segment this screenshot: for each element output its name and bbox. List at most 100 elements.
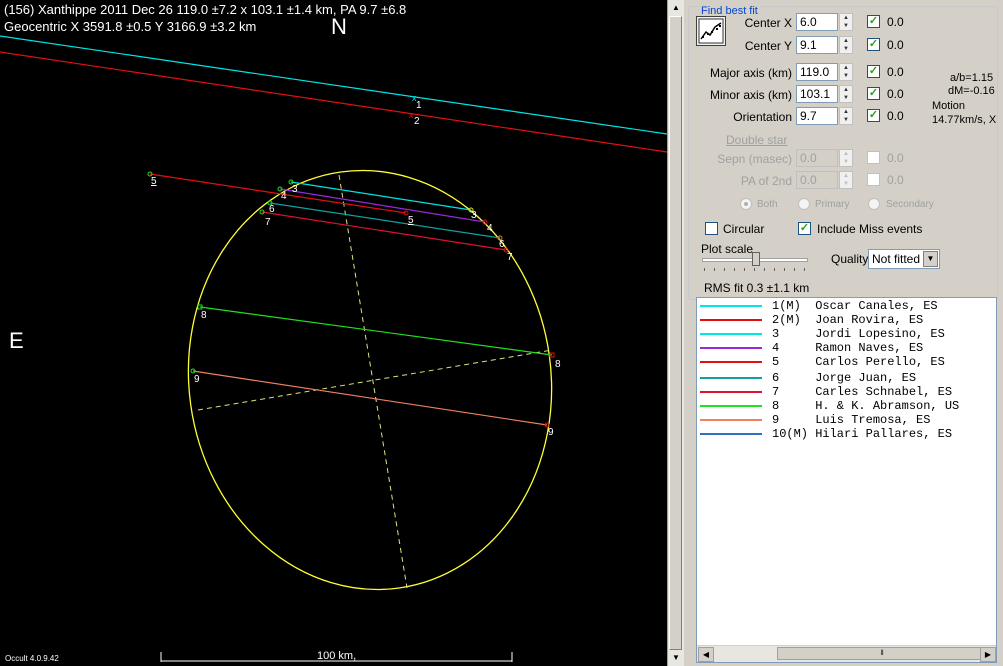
observer-name: 1(M) Oscar Canales, ES bbox=[772, 299, 938, 313]
orientation-spinner[interactable]: ▲ ▼ bbox=[839, 107, 853, 125]
chord-line-4 bbox=[279, 188, 486, 223]
series-color-swatch bbox=[700, 433, 762, 435]
center-y-label: Center Y bbox=[744, 39, 792, 53]
motion-label: Motion bbox=[932, 100, 966, 112]
chord-line-1 bbox=[0, 35, 667, 135]
center-y-spinner[interactable]: ▲ ▼ bbox=[839, 36, 853, 54]
orientation-checkbox[interactable]: ✓ bbox=[867, 109, 880, 122]
observer-name: 10(M) Hilari Pallares, ES bbox=[772, 427, 953, 441]
chord-label: 6 bbox=[269, 204, 275, 215]
sepn-spinner[interactable]: ▲ ▼ bbox=[839, 149, 853, 167]
radio-primary-label: Primary bbox=[815, 199, 850, 210]
major-axis-input[interactable] bbox=[796, 63, 838, 81]
sepn-label: Sepn (masec) bbox=[717, 152, 792, 166]
series-color-swatch bbox=[700, 333, 762, 335]
list-item[interactable]: 6 Jorge Juan, ES bbox=[697, 371, 996, 385]
series-color-swatch bbox=[700, 377, 762, 379]
chord-line-8 bbox=[199, 306, 553, 356]
circular-label: Circular bbox=[723, 222, 765, 236]
list-item[interactable]: 9 Luis Tremosa, ES bbox=[697, 413, 996, 427]
list-item[interactable]: 8 H. & K. Abramson, US bbox=[697, 399, 996, 413]
include-miss-checkbox[interactable]: ✓ bbox=[798, 222, 811, 235]
observer-name: 7 Carles Schnabel, ES bbox=[772, 385, 953, 399]
pa2-label: PA of 2nd bbox=[740, 174, 792, 188]
list-item[interactable]: 10(M) Hilari Pallares, ES bbox=[697, 427, 996, 441]
minor-axis-input[interactable] bbox=[796, 85, 838, 103]
asteroid-outline bbox=[187, 169, 553, 591]
chord-label: 8 bbox=[555, 359, 561, 370]
series-color-swatch bbox=[700, 361, 762, 363]
chord-label: 3 bbox=[292, 184, 298, 195]
double-star-label: Double star bbox=[726, 133, 788, 147]
chord-label: 5 bbox=[151, 176, 157, 187]
plot-scale-label: Plot scale bbox=[701, 242, 754, 256]
center-x-spinner[interactable]: ▲ ▼ bbox=[839, 13, 853, 31]
pa2-checkbox[interactable] bbox=[867, 173, 880, 186]
list-item[interactable]: 4 Ramon Naves, ES bbox=[697, 341, 996, 355]
list-item[interactable]: 3 Jordi Lopesino, ES bbox=[697, 327, 996, 341]
major-axis-line bbox=[338, 174, 408, 589]
radio-primary[interactable] bbox=[798, 198, 810, 210]
center-x-fit-value: 0.0 bbox=[887, 15, 904, 29]
occultation-plot[interactable]: x x (156) Xanthippe 2011 Dec 26 119.0 ±7… bbox=[0, 0, 667, 666]
quality-label: Quality bbox=[831, 252, 869, 266]
minor-axis-checkbox[interactable]: ✓ bbox=[867, 87, 880, 100]
axis-ratio: a/b=1.15 bbox=[950, 72, 994, 84]
observer-list[interactable]: 1(M) Oscar Canales, ES 2(M) Joan Rovira, … bbox=[696, 297, 997, 663]
center-y-input[interactable] bbox=[796, 36, 838, 54]
orientation-label: Orientation bbox=[733, 110, 792, 124]
observer-name: 5 Carlos Perello, ES bbox=[772, 355, 945, 369]
minor-axis-label: Minor axis (km) bbox=[709, 88, 792, 102]
scroll-up-icon[interactable]: ▲ bbox=[669, 0, 683, 15]
plot-scale-slider-thumb[interactable] bbox=[752, 252, 760, 266]
list-horizontal-scrollbar[interactable]: ◀ ⦀ ▶ bbox=[697, 645, 996, 662]
list-item[interactable]: 1(M) Oscar Canales, ES bbox=[697, 299, 996, 313]
scroll-right-icon[interactable]: ▶ bbox=[980, 647, 996, 662]
best-fit-button[interactable] bbox=[696, 16, 726, 46]
sepn-checkbox[interactable] bbox=[867, 151, 880, 164]
scale-label: 100 km, bbox=[317, 650, 357, 662]
chevron-down-icon[interactable]: ▼ bbox=[923, 251, 938, 267]
list-item[interactable]: 5 Carlos Perello, ES bbox=[697, 355, 996, 369]
pa2-input[interactable] bbox=[796, 171, 838, 189]
center-x-checkbox[interactable]: ✓ bbox=[867, 15, 880, 28]
center-y-checkbox[interactable]: ✓ bbox=[867, 38, 880, 51]
radio-secondary[interactable] bbox=[868, 198, 880, 210]
series-color-swatch bbox=[700, 319, 762, 321]
center-y-fit-value: 0.0 bbox=[887, 38, 904, 52]
quality-select[interactable]: Not fitted ▼ bbox=[868, 249, 940, 269]
scrollbar-thumb[interactable] bbox=[669, 16, 682, 650]
chord-label: 9 bbox=[548, 427, 554, 438]
motion-value: 14.77km/s, X bbox=[932, 114, 997, 126]
circular-checkbox[interactable] bbox=[705, 222, 718, 235]
list-item[interactable]: 2(M) Joan Rovira, ES bbox=[697, 313, 996, 327]
major-axis-checkbox[interactable]: ✓ bbox=[867, 65, 880, 78]
observer-name: 4 Ramon Naves, ES bbox=[772, 341, 924, 355]
chord-line-9 bbox=[192, 370, 548, 426]
chord-label: 2 bbox=[414, 116, 420, 127]
pa2-spinner[interactable]: ▲ ▼ bbox=[839, 171, 853, 189]
chord-label: 8 bbox=[201, 310, 207, 321]
major-axis-spinner[interactable]: ▲ ▼ bbox=[839, 63, 853, 81]
chord-label: 6 bbox=[499, 239, 505, 250]
center-x-input[interactable] bbox=[796, 13, 838, 31]
observer-name: 6 Jorge Juan, ES bbox=[772, 371, 917, 385]
minor-axis-spinner[interactable]: ▲ ▼ bbox=[839, 85, 853, 103]
plot-vertical-scrollbar[interactable]: ▲ ▼ bbox=[667, 0, 684, 666]
observer-name: 8 H. & K. Abramson, US bbox=[772, 399, 960, 413]
scroll-left-icon[interactable]: ◀ bbox=[698, 647, 714, 662]
observer-name: 9 Luis Tremosa, ES bbox=[772, 413, 931, 427]
series-color-swatch bbox=[700, 419, 762, 421]
scrollbar-thumb[interactable]: ⦀ bbox=[777, 647, 987, 660]
list-item[interactable]: 7 Carles Schnabel, ES bbox=[697, 385, 996, 399]
radio-both[interactable] bbox=[740, 198, 752, 210]
scroll-down-icon[interactable]: ▼ bbox=[669, 650, 683, 665]
orientation-input[interactable] bbox=[796, 107, 838, 125]
event-markers bbox=[147, 171, 555, 428]
sepn-input[interactable] bbox=[796, 149, 838, 167]
observer-name: 3 Jordi Lopesino, ES bbox=[772, 327, 945, 341]
slider-ticks bbox=[704, 268, 808, 271]
center-x-label: Center X bbox=[744, 16, 792, 30]
north-label: N bbox=[331, 14, 347, 39]
series-color-swatch bbox=[700, 347, 762, 349]
